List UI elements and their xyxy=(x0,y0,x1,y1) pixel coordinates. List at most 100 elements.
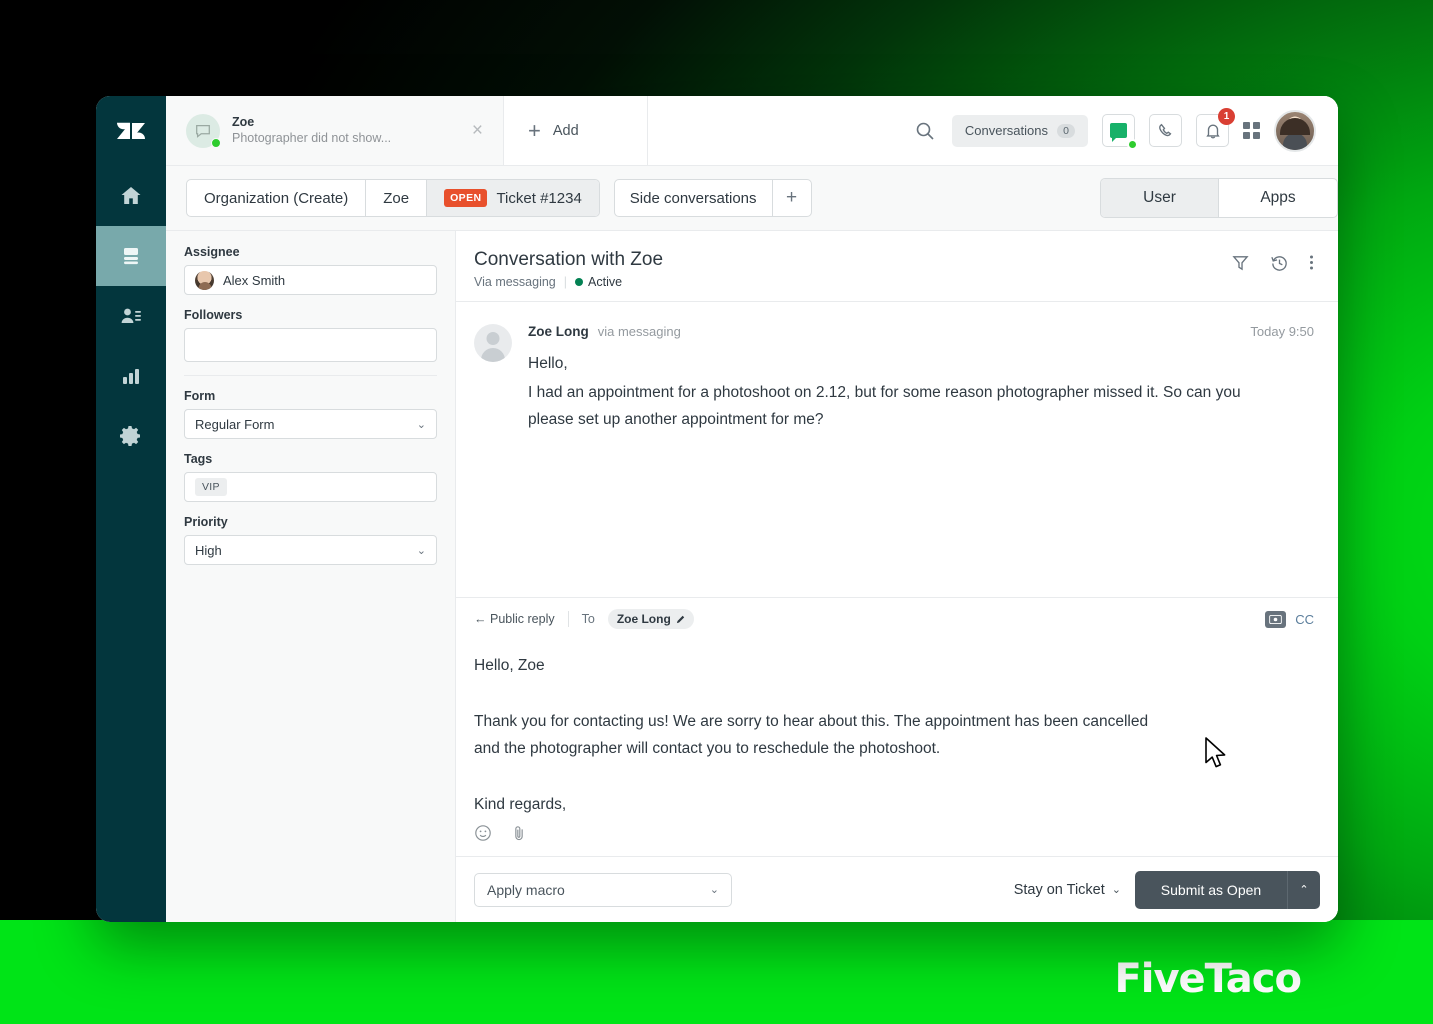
page-title: Conversation with Zoe xyxy=(474,249,664,270)
channel-label: Public reply xyxy=(489,612,555,626)
bell-icon[interactable]: 1 xyxy=(1196,108,1235,147)
breadcrumb: Organization (Create) Zoe OPEN Ticket #1… xyxy=(186,179,600,217)
zendesk-app-window: Zoe Photographer did not show... × + Add… xyxy=(96,96,1338,922)
body-row: Assignee Alex Smith Followers Form Regul… xyxy=(166,231,1338,922)
conversation-header: Conversation with Zoe Via messaging | Ac… xyxy=(456,231,1338,302)
message-avatar xyxy=(474,324,512,362)
channel-selector[interactable]: ← Public reply xyxy=(474,612,555,626)
plus-icon: + xyxy=(528,117,541,143)
assignee-value: Alex Smith xyxy=(223,272,286,288)
tab-apps[interactable]: Apps xyxy=(1219,179,1337,217)
composer-line: Thank you for contacting us! We are sorr… xyxy=(474,713,1149,757)
cc-badge-icon[interactable] xyxy=(1265,610,1287,628)
message-header: Zoe Long via messaging Today 9:50 xyxy=(528,324,1314,339)
views-icon xyxy=(124,248,138,265)
zendesk-logo[interactable] xyxy=(96,96,166,166)
breadcrumb-label: Organization (Create) xyxy=(204,189,349,207)
tab-subtitle: Photographer did not show... xyxy=(232,131,392,145)
apply-macro-select[interactable]: Apply macro ⌄ xyxy=(474,872,732,907)
composer-body[interactable]: Hello, Zoe Thank you for contacting us! … xyxy=(456,638,1338,818)
conversations-count: 0 xyxy=(1057,123,1075,138)
stay-on-ticket-label: Stay on Ticket xyxy=(1013,881,1105,898)
phone-icon[interactable] xyxy=(1149,114,1182,147)
add-tab-button[interactable]: + Add xyxy=(504,96,648,165)
bar-chart-icon xyxy=(123,369,139,384)
attachment-icon[interactable] xyxy=(510,824,528,842)
conversation-meta: Via messaging | Active xyxy=(474,275,663,289)
cc-link[interactable]: CC xyxy=(1295,612,1314,627)
meta-divider: | xyxy=(563,275,568,289)
stay-on-ticket-select[interactable]: Stay on Ticket ⌄ xyxy=(1014,882,1121,898)
channel-arrow-icon: ← xyxy=(474,612,487,626)
tab-title: Zoe xyxy=(232,115,255,129)
add-tab-label: Add xyxy=(552,122,579,139)
assignee-label: Assignee xyxy=(184,245,240,259)
breadcrumb-row: Organization (Create) Zoe OPEN Ticket #1… xyxy=(166,166,1338,231)
main-area: Zoe Photographer did not show... × + Add… xyxy=(166,96,1338,922)
sidebar-item-views[interactable] xyxy=(96,226,166,286)
status-badge: OPEN xyxy=(444,189,488,207)
chevron-down-icon: ⌄ xyxy=(416,418,426,431)
message-author: Zoe Long xyxy=(528,324,589,339)
priority-label: Priority xyxy=(184,515,228,529)
breadcrumb-label: Zoe xyxy=(383,189,410,207)
tags-field[interactable]: VIP xyxy=(184,472,437,502)
tag-chip[interactable]: VIP xyxy=(195,478,227,496)
composer-toolbar xyxy=(456,818,1338,856)
breadcrumb-user[interactable]: Zoe xyxy=(366,180,428,216)
filter-icon[interactable] xyxy=(1231,253,1250,272)
more-vertical-icon[interactable] xyxy=(1309,253,1314,272)
conversations-label: Conversations xyxy=(964,123,1048,138)
gear-icon xyxy=(120,426,140,446)
priority-value: High xyxy=(195,542,222,558)
sidebar-item-reporting[interactable] xyxy=(96,346,166,406)
conversations-pill[interactable]: Conversations 0 xyxy=(951,114,1088,147)
message-line: I had an appointment for a photoshoot on… xyxy=(528,384,1241,428)
message-pane: Zoe Long via messaging Today 9:50 Hello,… xyxy=(456,302,1338,597)
chevron-down-icon: ⌄ xyxy=(1111,884,1121,896)
submit-button[interactable]: Submit as Open xyxy=(1135,870,1287,909)
chat-online-icon[interactable] xyxy=(1102,114,1138,150)
message-channel: via messaging xyxy=(597,324,681,339)
message-item: Zoe Long via messaging Today 9:50 Hello,… xyxy=(474,324,1314,433)
search-icon[interactable] xyxy=(912,118,938,144)
message-line: Hello, xyxy=(528,355,568,372)
avatar[interactable] xyxy=(1274,109,1316,152)
macro-value: Apply macro xyxy=(487,881,565,898)
composer-line: Hello, Zoe xyxy=(474,657,545,674)
emoji-icon[interactable] xyxy=(474,824,492,842)
side-conversations-label[interactable]: Side conversations xyxy=(615,180,773,216)
watermark-logo: FiveTaco xyxy=(1114,956,1302,1002)
submit-dropdown-toggle[interactable]: ⌃ xyxy=(1287,870,1320,909)
form-select[interactable]: Regular Form ⌄ xyxy=(184,409,437,439)
tags-label: Tags xyxy=(184,452,213,466)
apps-grid-icon[interactable] xyxy=(1243,122,1260,139)
breadcrumb-organization[interactable]: Organization (Create) xyxy=(187,180,367,216)
tab-user[interactable]: User xyxy=(1101,179,1219,217)
assignee-avatar xyxy=(195,270,214,290)
add-side-conversation-button[interactable]: + xyxy=(773,180,811,216)
breadcrumb-ticket[interactable]: OPEN Ticket #1234 xyxy=(427,180,599,216)
customers-icon xyxy=(121,308,141,323)
ticket-tab[interactable]: Zoe Photographer did not show... × xyxy=(166,96,504,165)
form-label: Form xyxy=(184,389,216,403)
priority-select[interactable]: High ⌄ xyxy=(184,535,437,565)
composer-header-right: CC xyxy=(1265,610,1314,628)
conversation-via: Via messaging xyxy=(474,275,556,289)
recipient-name: Zoe Long xyxy=(616,612,671,626)
followers-field[interactable] xyxy=(184,328,437,362)
recipient-chip[interactable]: Zoe Long xyxy=(607,609,694,629)
conversation-actions xyxy=(1231,247,1314,272)
message-timestamp: Today 9:50 xyxy=(1250,324,1314,339)
conversation-panel: Conversation with Zoe Via messaging | Ac… xyxy=(456,231,1338,922)
side-conversations: Side conversations + xyxy=(613,179,812,217)
assignee-field[interactable]: Alex Smith xyxy=(184,265,437,295)
bell-badge: 1 xyxy=(1218,108,1235,125)
sidebar-item-home[interactable] xyxy=(96,166,166,226)
panel-tabs: User Apps xyxy=(1100,178,1338,218)
history-icon[interactable] xyxy=(1270,253,1289,272)
sidebar-item-customers[interactable] xyxy=(96,286,166,346)
sidebar-item-admin[interactable] xyxy=(96,406,166,466)
left-navigation xyxy=(96,96,166,922)
close-icon[interactable]: × xyxy=(468,117,487,144)
